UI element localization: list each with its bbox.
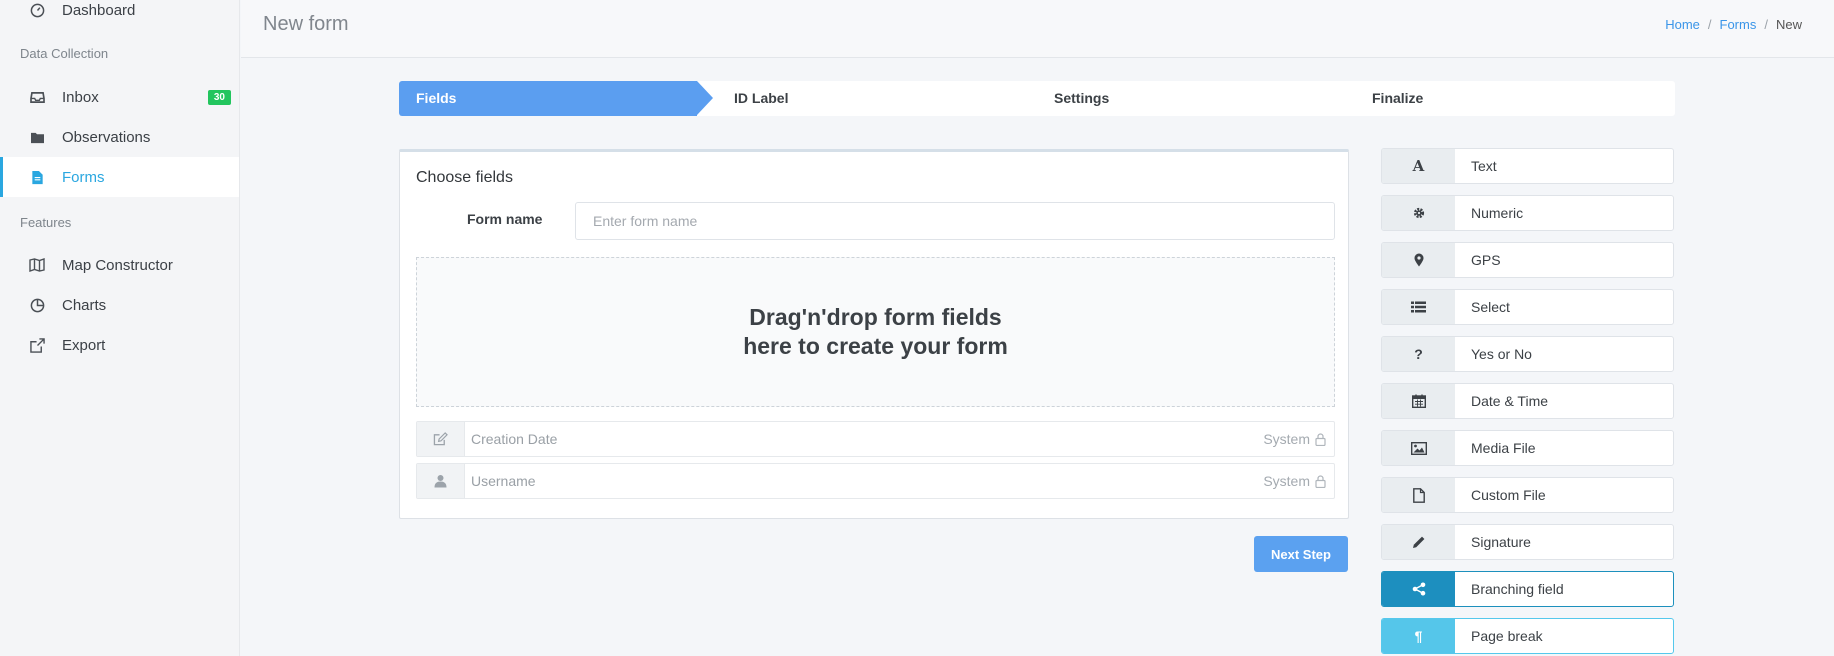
gear-icon (1382, 196, 1455, 230)
calendar-icon (1382, 384, 1455, 418)
palette-item-label: Numeric (1471, 205, 1524, 221)
sidebar-item-charts[interactable]: Charts (0, 285, 239, 325)
form-name-input[interactable] (575, 202, 1335, 240)
dropzone-text-line1: Drag'n'drop form fields (749, 304, 1002, 330)
palette-item-media-file[interactable]: Media File (1381, 430, 1674, 466)
card-title: Choose fields (416, 169, 513, 186)
form-fields-dropzone[interactable]: Drag'n'drop form fields here to create y… (416, 257, 1335, 407)
text-icon: A (1382, 149, 1455, 183)
sidebar-section-data-collection: Data Collection (20, 46, 109, 61)
step-id-label[interactable]: ID Label (734, 81, 788, 116)
list-icon (1382, 290, 1455, 324)
system-tag-label: System (1263, 431, 1310, 447)
dropzone-text-line2: here to create your form (743, 333, 1008, 359)
sidebar-item-forms[interactable]: Forms (0, 157, 239, 197)
breadcrumb: Home / Forms / New (1665, 17, 1802, 32)
map-marker-icon (1382, 243, 1455, 277)
question-icon: ? (1382, 337, 1455, 371)
sidebar: Dashboard Data Collection Inbox 30 Obser… (0, 0, 240, 656)
form-name-label: Form name (467, 211, 543, 227)
page-title: New form (263, 13, 349, 35)
step-finalize[interactable]: Finalize (1372, 81, 1423, 116)
palette-item-label: Media File (1471, 440, 1536, 456)
paragraph-icon: ¶ (1382, 619, 1455, 653)
next-step-button[interactable]: Next Step (1254, 536, 1348, 572)
folder-icon (28, 128, 46, 146)
palette-item-label: Date & Time (1471, 393, 1549, 409)
palette-item-label: Signature (1471, 534, 1531, 550)
palette-item-label: Page break (1471, 628, 1543, 644)
top-bar: New form Home / Forms / New (241, 0, 1834, 58)
palette-item-branching-field[interactable]: Branching field (1381, 571, 1674, 607)
sidebar-item-label: Observations (62, 128, 151, 146)
sidebar-section-features: Features (20, 215, 72, 230)
system-tag: System (1263, 431, 1326, 447)
breadcrumb-home[interactable]: Home (1665, 17, 1700, 32)
pencil-icon (1382, 525, 1455, 559)
system-field-name: Username (471, 473, 536, 489)
system-field-username: Username System (416, 463, 1335, 499)
file-icon (1382, 478, 1455, 512)
image-icon (1382, 431, 1455, 465)
sidebar-item-map-constructor[interactable]: Map Constructor (0, 245, 239, 285)
system-tag-label: System (1263, 473, 1310, 489)
palette-item-label: Text (1471, 158, 1497, 174)
sidebar-item-label: Dashboard (62, 1, 136, 19)
step-fields[interactable]: Fields (399, 81, 697, 116)
inbox-count-badge: 30 (207, 89, 231, 105)
edit-icon (417, 422, 465, 456)
share-icon (1382, 572, 1455, 606)
dashboard-icon (28, 1, 46, 19)
palette-item-label: Custom File (1471, 487, 1546, 503)
map-icon (28, 256, 46, 274)
sidebar-item-label: Forms (62, 168, 105, 186)
palette-item-numeric[interactable]: Numeric (1381, 195, 1674, 231)
sidebar-item-label: Export (62, 336, 106, 354)
palette-item-custom-file[interactable]: Custom File (1381, 477, 1674, 513)
pie-chart-icon (28, 296, 46, 314)
step-active-arrow (697, 81, 713, 115)
palette-item-label: Branching field (1471, 581, 1564, 597)
system-tag: System (1263, 473, 1326, 489)
palette-item-yes-or-no[interactable]: ? Yes or No (1381, 336, 1674, 372)
lock-icon (1315, 474, 1326, 488)
sidebar-item-inbox[interactable]: Inbox 30 (0, 77, 239, 117)
step-settings[interactable]: Settings (1054, 81, 1109, 116)
choose-fields-card: Choose fields Form name Drag'n'drop form… (399, 149, 1349, 519)
sidebar-item-export[interactable]: Export (0, 325, 239, 365)
breadcrumb-current: New (1775, 17, 1802, 32)
palette-item-label: Select (1471, 299, 1510, 315)
export-icon (28, 336, 46, 354)
palette-item-select[interactable]: Select (1381, 289, 1674, 325)
palette-item-date-time[interactable]: Date & Time (1381, 383, 1674, 419)
breadcrumb-separator: / (1764, 17, 1768, 32)
system-field-name: Creation Date (471, 431, 558, 447)
wizard-steps: Fields ID Label Settings Finalize (399, 81, 1675, 116)
inbox-icon (28, 88, 46, 106)
system-field-creation-date: Creation Date System (416, 421, 1335, 457)
breadcrumb-forms[interactable]: Forms (1720, 17, 1757, 32)
sidebar-item-observations[interactable]: Observations (0, 117, 239, 157)
palette-item-signature[interactable]: Signature (1381, 524, 1674, 560)
palette-item-page-break[interactable]: ¶ Page break (1381, 618, 1674, 654)
palette-item-label: Yes or No (1471, 346, 1532, 362)
sidebar-item-label: Charts (62, 296, 107, 314)
document-icon (28, 168, 46, 186)
palette-item-gps[interactable]: GPS (1381, 242, 1674, 278)
user-icon (417, 464, 465, 498)
palette-item-text[interactable]: A Text (1381, 148, 1674, 184)
lock-icon (1315, 432, 1326, 446)
sidebar-item-label: Inbox (62, 88, 99, 106)
breadcrumb-separator: / (1707, 17, 1712, 32)
sidebar-item-dashboard[interactable]: Dashboard (0, 0, 239, 30)
palette-item-label: GPS (1471, 252, 1501, 268)
sidebar-item-label: Map Constructor (62, 256, 173, 274)
